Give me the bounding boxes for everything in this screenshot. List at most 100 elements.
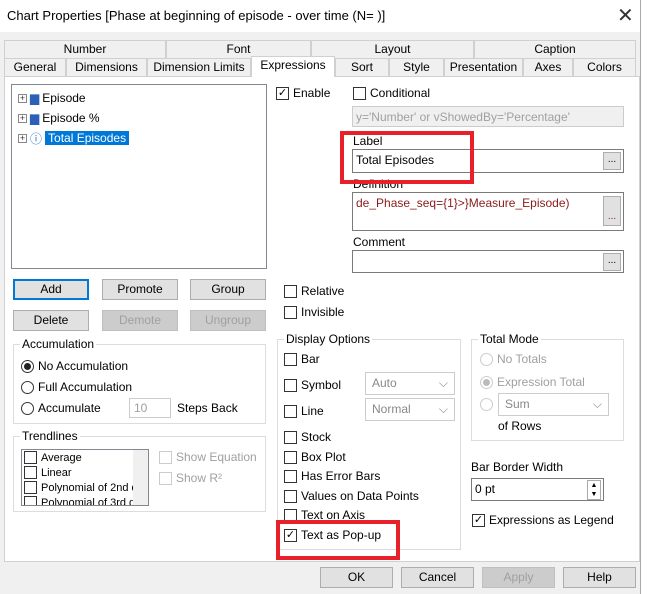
accumulate-radio[interactable]: Accumulate [21,401,101,415]
no-totals-radio[interactable]: No Totals [480,352,547,366]
scrollbar[interactable] [133,450,148,505]
stock-checkbox[interactable]: Stock [284,430,331,444]
group-button[interactable]: Group [190,279,266,300]
demote-button[interactable]: Demote [102,310,178,331]
expression-label-selected: Total Episodes [45,131,130,145]
bar-border-label: Bar Border Width [471,460,564,474]
stepper-value: 0 pt [475,482,496,496]
group-title: Total Mode [478,332,541,346]
symbol-select[interactable]: Auto ⌵ [365,372,455,395]
tab-general[interactable]: General [4,58,66,76]
values-on-points-checkbox[interactable]: Values on Data Points [284,489,419,503]
conditional-checkbox[interactable]: Conditional [353,86,430,100]
full-accumulation-radio[interactable]: Full Accumulation [21,380,132,394]
trendline-item[interactable]: Polynomial of 2nd d [41,482,138,494]
trendlines-list[interactable]: Average Linear Polynomial of 2nd d Polyn… [21,449,149,506]
bar-chart-icon: ▆ [30,111,40,125]
background-window [640,0,648,594]
tab-expressions[interactable]: Expressions [251,56,335,77]
box-plot-checkbox[interactable]: Box Plot [284,450,346,464]
show-r2-checkbox[interactable]: Show R² [159,471,222,485]
tab-dimension-limits[interactable]: Dimension Limits [147,58,251,76]
expand-icon[interactable]: + [18,93,27,103]
tab-colors[interactable]: Colors [573,58,636,76]
definition-edit-button[interactable]: ... [603,196,621,226]
enable-checkbox[interactable]: ✓ Enable [276,86,330,100]
expression-item[interactable]: + ▆ Episode % [18,109,100,127]
checkbox-label: Stock [301,430,332,444]
tab-number[interactable]: Number [4,40,166,58]
expand-icon[interactable]: + [18,133,27,143]
highlight-box [340,131,474,184]
checkbox-label: Has Error Bars [301,469,381,483]
bar-border-stepper[interactable]: 0 pt ▲ ▼ [471,478,604,501]
tab-layout[interactable]: Layout [311,40,474,58]
checkbox-label: Values on Data Points [301,489,419,503]
group-title: Accumulation [20,337,97,351]
show-equation-checkbox[interactable]: Show Equation [159,450,257,464]
select-value: Auto [372,376,397,390]
conditional-input[interactable]: y='Number' or vShowedBy='Percentage' [352,106,624,127]
invisible-checkbox[interactable]: Invisible [284,305,344,319]
checkbox-label: Box Plot [301,450,346,464]
tab-dimensions[interactable]: Dimensions [66,58,147,76]
definition-input[interactable]: de_Phase_seq={1}>}Measure_Episode)... [352,192,624,231]
expand-icon[interactable]: + [18,113,27,123]
ungroup-button[interactable]: Ungroup [190,310,266,331]
bar-checkbox[interactable]: Bar [284,352,320,366]
spinner-icon[interactable]: ▲ ▼ [587,480,601,500]
chevron-down-icon: ⌵ [438,402,448,416]
delete-button[interactable]: Delete [13,310,89,331]
expression-label: Episode [42,91,86,105]
line-select[interactable]: Normal ⌵ [365,398,455,421]
steps-back-stepper[interactable]: 10 [129,398,171,418]
steps-back-label: Steps Back [177,401,238,415]
comment-input[interactable]: ... [352,250,624,273]
expression-tree[interactable]: + ▆ Episode + ▆ Episode % + ⓘ Total Episodes [11,84,267,269]
comment-label: Comment [353,235,406,249]
tab-axes[interactable]: Axes [523,58,573,76]
expression-item[interactable]: + ▆ Episode [18,89,86,107]
help-button[interactable]: Help [563,567,636,588]
symbol-checkbox[interactable]: Symbol [284,378,341,392]
checkbox-label: Line [301,404,324,418]
line-checkbox[interactable]: Line [284,404,324,418]
apply-button[interactable]: Apply [482,567,555,588]
popup-info-icon: ⓘ [30,131,43,146]
promote-button[interactable]: Promote [102,279,178,300]
cancel-button[interactable]: Cancel [401,567,474,588]
radio-label: Full Accumulation [38,380,133,394]
label-edit-button[interactable]: ... [603,152,621,170]
close-icon[interactable]: ✕ [617,3,634,28]
tab-presentation[interactable]: Presentation [444,58,523,76]
expression-item[interactable]: + ⓘ Total Episodes [18,129,130,147]
aggregation-select[interactable]: Sum ⌵ [498,393,609,416]
expressions-as-legend-checkbox[interactable]: ✓ Expressions as Legend [472,513,614,527]
relative-checkbox[interactable]: Relative [284,284,344,298]
checkbox-label: Relative [301,284,345,298]
expression-label: Episode % [42,111,100,125]
bar-chart-icon: ▆ [30,91,40,105]
tab-caption[interactable]: Caption [474,40,636,58]
checkbox-label: Expressions as Legend [489,513,614,527]
definition-value: de_Phase_seq={1}>}Measure_Episode) [356,196,570,210]
tab-sort[interactable]: Sort [335,58,389,76]
tab-style[interactable]: Style [389,58,444,76]
radio-label: No Totals [497,352,547,366]
expression-total-radio[interactable]: Expression Total [480,375,585,389]
no-accumulation-radio[interactable]: No Accumulation [21,359,128,373]
radio-label: No Accumulation [38,359,129,373]
add-button[interactable]: Add [13,279,89,300]
trendline-item[interactable]: Polynomial of 3rd de [41,497,141,506]
error-bars-checkbox[interactable]: Has Error Bars [284,469,380,483]
checkbox-label: Bar [301,352,320,366]
trendline-item[interactable]: Average [41,452,82,464]
trendline-item[interactable]: Linear [41,467,72,479]
ok-button[interactable]: OK [320,567,393,588]
chevron-down-icon: ⌵ [592,397,602,411]
sum-radio[interactable] [480,398,493,411]
select-value: Normal [372,402,411,416]
window-title: Chart Properties [Phase at beginning of … [7,8,386,23]
comment-edit-button[interactable]: ... [603,253,621,271]
group-title: Display Options [284,332,373,346]
